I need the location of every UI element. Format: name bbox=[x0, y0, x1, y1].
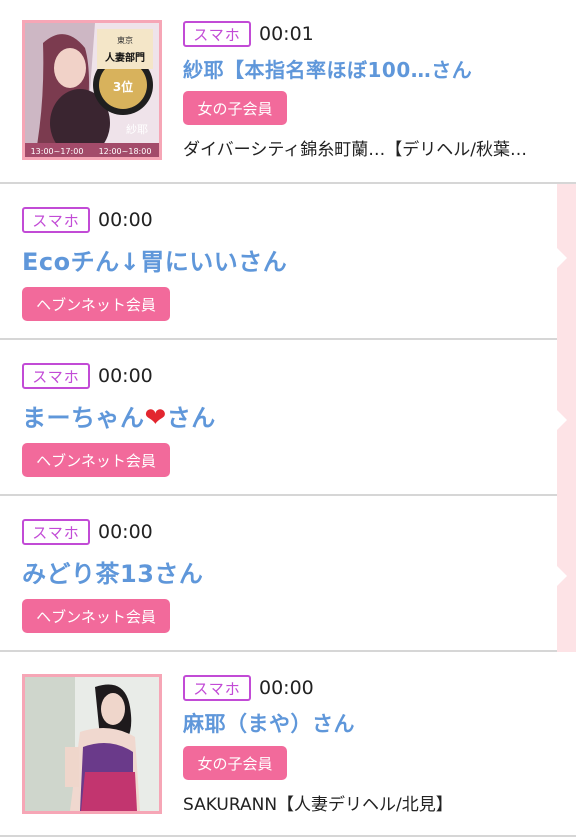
device-badge: スマホ bbox=[22, 519, 90, 545]
member-type-badge: ヘブンネット会員 bbox=[22, 287, 170, 321]
visitor-name[interactable]: みどり茶13さん bbox=[22, 554, 543, 589]
member-type-badge: ヘブンネット会員 bbox=[22, 443, 170, 477]
shop-name[interactable]: ダイバーシティ錦糸町蘭…【デリヘル/秋葉… bbox=[183, 135, 562, 160]
visitor-name[interactable]: まーちゃん❤さん bbox=[22, 398, 543, 433]
list-item[interactable]: スマホ 00:00 Ecoチん↓胃にいいさん ヘブンネット会員 bbox=[0, 184, 557, 340]
member-type-badge: ヘブンネット会員 bbox=[22, 599, 170, 633]
visit-time: 00:00 bbox=[98, 365, 153, 387]
list-item[interactable]: 東京 人妻部門 3位 紗耶 13:00~17:00 12:00~18:00 スマ… bbox=[0, 0, 576, 184]
shop-name[interactable]: SAKURANN【人妻デリヘル/北見】 bbox=[183, 790, 562, 815]
device-badge: スマホ bbox=[22, 363, 90, 389]
banner-mid-text: 人妻部門 bbox=[105, 51, 145, 64]
thumbnail-image: 東京 人妻部門 3位 紗耶 13:00~17:00 12:00~18:00 bbox=[25, 23, 159, 157]
visit-time: 00:00 bbox=[98, 209, 153, 231]
profile-thumbnail[interactable]: 東京 人妻部門 3位 紗耶 13:00~17:00 12:00~18:00 bbox=[22, 20, 162, 160]
visitor-name-prefix: まーちゃん bbox=[22, 404, 145, 432]
item-info: スマホ 00:00 まーちゃん❤さん ヘブンネット会員 bbox=[22, 362, 543, 477]
visit-time: 00:00 bbox=[98, 521, 153, 543]
profile-thumbnail[interactable] bbox=[22, 674, 162, 814]
device-badge: スマホ bbox=[183, 675, 251, 701]
banner-top-text: 東京 bbox=[117, 35, 133, 45]
device-badge: スマホ bbox=[22, 207, 90, 233]
list-item[interactable]: スマホ 00:00 みどり茶13さん ヘブンネット会員 bbox=[0, 496, 557, 652]
visitor-name[interactable]: 麻耶（まや）さん bbox=[183, 708, 562, 738]
list-item[interactable]: スマホ 00:00 まーちゃん❤さん ヘブンネット会員 bbox=[0, 340, 557, 496]
heart-icon: ❤ bbox=[144, 403, 167, 433]
visitor-name-suffix: さん bbox=[166, 404, 216, 432]
visitor-name[interactable]: Ecoチん↓胃にいいさん bbox=[22, 242, 543, 277]
rank-text: 3位 bbox=[113, 79, 133, 94]
hours-left: 13:00~17:00 bbox=[31, 147, 84, 156]
hours-right: 12:00~18:00 bbox=[99, 147, 152, 156]
list-item[interactable]: スマホ 00:00 麻耶（まや）さん 女の子会員 SAKURANN【人妻デリヘル… bbox=[0, 652, 576, 837]
item-info: スマホ 00:00 麻耶（まや）さん 女の子会員 SAKURANN【人妻デリヘル… bbox=[183, 674, 562, 815]
item-info: スマホ 00:00 みどり茶13さん ヘブンネット会員 bbox=[22, 518, 543, 633]
visit-time: 00:01 bbox=[259, 23, 314, 45]
item-info: スマホ 00:00 Ecoチん↓胃にいいさん ヘブンネット会員 bbox=[22, 206, 543, 321]
member-type-badge: 女の子会員 bbox=[183, 91, 287, 125]
item-info: スマホ 00:01 紗耶【本指名率ほぼ100…さん 女の子会員 ダイバーシティ錦… bbox=[183, 20, 562, 160]
thumbnail-image bbox=[25, 677, 159, 811]
visit-time: 00:00 bbox=[259, 677, 314, 699]
device-badge: スマホ bbox=[183, 21, 251, 47]
member-type-badge: 女の子会員 bbox=[183, 746, 287, 780]
visitor-name[interactable]: 紗耶【本指名率ほぼ100…さん bbox=[183, 54, 562, 83]
footprint-list: 東京 人妻部門 3位 紗耶 13:00~17:00 12:00~18:00 スマ… bbox=[0, 0, 576, 837]
thumb-side-text: 紗耶 bbox=[126, 123, 148, 136]
